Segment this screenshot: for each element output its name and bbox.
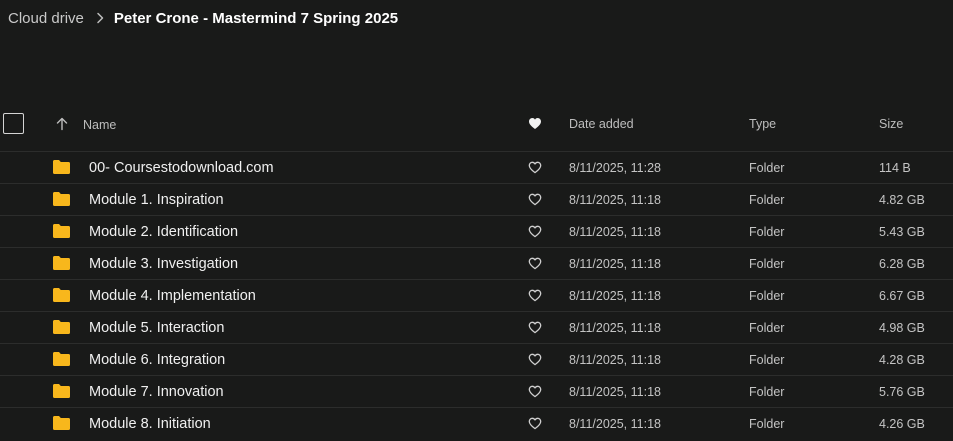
file-type: Folder bbox=[749, 225, 785, 239]
heart-outline-icon[interactable] bbox=[528, 193, 542, 211]
file-name: 00- Coursestodownload.com bbox=[89, 160, 274, 176]
column-header-type[interactable]: Type bbox=[749, 117, 776, 131]
date-added: 8/11/2025, 11:18 bbox=[569, 193, 661, 207]
heart-outline-icon[interactable] bbox=[528, 257, 542, 275]
file-size: 5.76 GB bbox=[879, 385, 925, 399]
file-type: Folder bbox=[749, 385, 785, 399]
file-size: 6.28 GB bbox=[879, 257, 925, 271]
file-size: 114 B bbox=[879, 161, 911, 175]
file-size: 4.28 GB bbox=[879, 353, 925, 367]
table-row[interactable]: Module 1. Inspiration 8/11/2025, 11:18 F… bbox=[0, 183, 953, 215]
file-name: Module 8. Initiation bbox=[89, 416, 211, 432]
date-added: 8/11/2025, 11:18 bbox=[569, 385, 661, 399]
file-name: Module 6. Integration bbox=[89, 352, 226, 368]
folder-icon bbox=[52, 191, 71, 212]
file-size: 4.82 GB bbox=[879, 193, 925, 207]
date-added: 8/11/2025, 11:18 bbox=[569, 417, 661, 431]
breadcrumb: Cloud drive Peter Crone - Mastermind 7 S… bbox=[8, 7, 398, 29]
table-row[interactable]: Module 4. Implementation 8/11/2025, 11:1… bbox=[0, 279, 953, 311]
file-name: Module 7. Innovation bbox=[89, 384, 224, 400]
folder-icon bbox=[52, 159, 71, 180]
file-size: 4.98 GB bbox=[879, 321, 925, 335]
file-type: Folder bbox=[749, 193, 785, 207]
file-name: Module 5. Interaction bbox=[89, 320, 225, 336]
table-row[interactable]: Module 8. Initiation 8/11/2025, 11:18 Fo… bbox=[0, 407, 953, 439]
date-added: 8/11/2025, 11:18 bbox=[569, 289, 661, 303]
sort-ascending-icon[interactable] bbox=[56, 117, 68, 136]
breadcrumb-root-link[interactable]: Cloud drive bbox=[8, 10, 84, 27]
heart-outline-icon[interactable] bbox=[528, 353, 542, 371]
table-row[interactable]: Module 3. Investigation 8/11/2025, 11:18… bbox=[0, 247, 953, 279]
folder-icon bbox=[52, 319, 71, 340]
table-row[interactable]: Module 5. Interaction 8/11/2025, 11:18 F… bbox=[0, 311, 953, 343]
table-header: Name Date added Type Size bbox=[0, 107, 953, 143]
folder-icon bbox=[52, 351, 71, 372]
file-name: Module 1. Inspiration bbox=[89, 192, 224, 208]
folder-icon bbox=[52, 287, 71, 308]
file-name: Module 2. Identification bbox=[89, 224, 239, 240]
chevron-right-icon bbox=[96, 12, 104, 24]
file-name: Module 4. Implementation bbox=[89, 288, 256, 304]
heart-outline-icon[interactable] bbox=[528, 289, 542, 307]
heart-outline-icon[interactable] bbox=[528, 385, 542, 403]
folder-icon bbox=[52, 415, 71, 436]
table-row[interactable]: 00- Coursestodownload.com 8/11/2025, 11:… bbox=[0, 151, 953, 183]
column-header-name[interactable]: Name bbox=[83, 118, 116, 132]
date-added: 8/11/2025, 11:18 bbox=[569, 321, 661, 335]
date-added: 8/11/2025, 11:28 bbox=[569, 161, 661, 175]
file-type: Folder bbox=[749, 353, 785, 367]
file-list: 00- Coursestodownload.com 8/11/2025, 11:… bbox=[0, 151, 953, 439]
column-header-size[interactable]: Size bbox=[879, 117, 903, 131]
heart-filled-icon[interactable] bbox=[528, 117, 542, 135]
date-added: 8/11/2025, 11:18 bbox=[569, 225, 661, 239]
folder-icon bbox=[52, 255, 71, 276]
folder-icon bbox=[52, 383, 71, 404]
heart-outline-icon[interactable] bbox=[528, 161, 542, 179]
file-type: Folder bbox=[749, 257, 785, 271]
file-size: 5.43 GB bbox=[879, 225, 925, 239]
date-added: 8/11/2025, 11:18 bbox=[569, 257, 661, 271]
table-row[interactable]: Module 6. Integration 8/11/2025, 11:18 F… bbox=[0, 343, 953, 375]
heart-outline-icon[interactable] bbox=[528, 225, 542, 243]
select-all-checkbox[interactable] bbox=[3, 113, 24, 134]
file-size: 6.67 GB bbox=[879, 289, 925, 303]
table-row[interactable]: Module 7. Innovation 8/11/2025, 11:18 Fo… bbox=[0, 375, 953, 407]
file-type: Folder bbox=[749, 289, 785, 303]
table-row[interactable]: Module 2. Identification 8/11/2025, 11:1… bbox=[0, 215, 953, 247]
file-type: Folder bbox=[749, 161, 785, 175]
file-name: Module 3. Investigation bbox=[89, 256, 239, 272]
date-added: 8/11/2025, 11:18 bbox=[569, 353, 661, 367]
heart-outline-icon[interactable] bbox=[528, 321, 542, 339]
file-type: Folder bbox=[749, 321, 785, 335]
heart-outline-icon[interactable] bbox=[528, 417, 542, 435]
file-size: 4.26 GB bbox=[879, 417, 925, 431]
file-browser: Cloud drive Peter Crone - Mastermind 7 S… bbox=[0, 0, 953, 441]
folder-icon bbox=[52, 223, 71, 244]
breadcrumb-current-folder: Peter Crone - Mastermind 7 Spring 2025 bbox=[113, 9, 399, 27]
column-header-date-added[interactable]: Date added bbox=[569, 117, 634, 131]
file-type: Folder bbox=[749, 417, 785, 431]
